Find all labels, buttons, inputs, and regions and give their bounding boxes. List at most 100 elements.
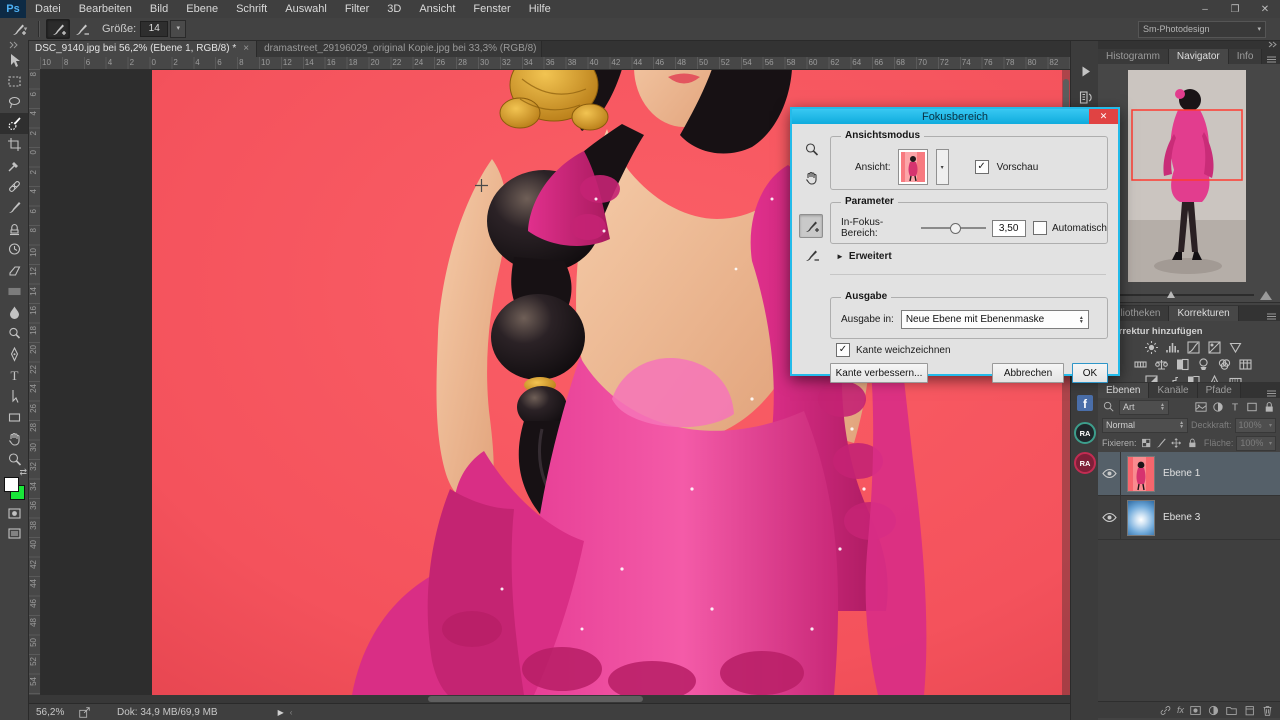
layer-filter-select[interactable]: Art▲▼: [1119, 400, 1169, 415]
dodge-tool[interactable]: [0, 323, 28, 344]
tab-navigator[interactable]: Navigator: [1169, 49, 1229, 64]
lock-pixels-icon[interactable]: [1155, 436, 1167, 450]
filter-type-icon[interactable]: T: [1228, 400, 1242, 414]
dialog-focus-brush-add[interactable]: [799, 214, 823, 238]
layer-thumbnail[interactable]: [1127, 500, 1155, 536]
adjustment-black-white[interactable]: [1174, 357, 1191, 372]
dialog-zoom-tool[interactable]: [800, 138, 822, 160]
share-icon[interactable]: [78, 706, 91, 719]
minimize-button[interactable]: –: [1190, 1, 1220, 18]
blend-mode-select[interactable]: Normal▲▼: [1102, 418, 1188, 433]
menu-schrift[interactable]: Schrift: [227, 0, 276, 18]
menu-ansicht[interactable]: Ansicht: [410, 0, 464, 18]
brush-add-mode-button[interactable]: [46, 19, 70, 39]
adjustment-button[interactable]: [1207, 704, 1220, 717]
history-brush-tool[interactable]: [0, 239, 28, 260]
facebook-panel-icon[interactable]: f: [1071, 390, 1099, 416]
brush-tool[interactable]: [0, 197, 28, 218]
brush-size-dropdown[interactable]: ▾: [170, 20, 186, 38]
layer-row[interactable]: Ebene 3: [1098, 496, 1280, 540]
navigator-thumbnail[interactable]: [1128, 70, 1246, 282]
filter-image-icon[interactable]: [1194, 400, 1208, 414]
ra-red-panel-icon[interactable]: RA: [1071, 450, 1099, 476]
hand-tool[interactable]: [0, 428, 28, 449]
adjustment-color-balance[interactable]: [1153, 357, 1170, 372]
link-button[interactable]: [1159, 704, 1172, 717]
filter-adjustment-icon[interactable]: [1211, 400, 1225, 414]
collapse-panels-icon[interactable]: [1267, 41, 1277, 48]
navigator-zoom-slider[interactable]: [1098, 288, 1280, 303]
menu-bild[interactable]: Bild: [141, 0, 177, 18]
dialog-focus-brush-subtract[interactable]: [800, 244, 822, 266]
path-selection-tool[interactable]: [0, 386, 28, 407]
adjustment-color-lookup[interactable]: [1237, 357, 1254, 372]
automatic-checkbox[interactable]: [1033, 221, 1047, 235]
menu-auswahl[interactable]: Auswahl: [276, 0, 336, 18]
focus-range-value[interactable]: 3,50: [992, 220, 1026, 237]
adjustment-photo-filter[interactable]: [1195, 357, 1212, 372]
fill-value[interactable]: 100%▾: [1236, 436, 1276, 451]
new-layer-button[interactable]: [1243, 704, 1256, 717]
brush-subtract-mode-button[interactable]: [70, 20, 92, 38]
adjustment-exposure[interactable]: [1206, 340, 1223, 355]
opacity-value[interactable]: 100%▾: [1235, 418, 1276, 433]
panel-menu-icon[interactable]: [1266, 312, 1280, 321]
trash-button[interactable]: [1261, 704, 1274, 717]
tab-pfade[interactable]: Pfade: [1198, 383, 1241, 398]
output-destination-select[interactable]: Neue Ebene mit Ebenenmaske▲▼: [901, 310, 1089, 329]
ok-button[interactable]: OK: [1072, 363, 1108, 383]
lock-all-icon[interactable]: [1186, 436, 1198, 450]
toolbar-collapse-icon[interactable]: [0, 40, 28, 50]
foreground-color-swatch[interactable]: [4, 477, 19, 492]
filter-shape-icon[interactable]: [1245, 400, 1259, 414]
zoom-level-field[interactable]: 56,2%: [36, 707, 76, 718]
tab-info[interactable]: Info: [1229, 49, 1263, 64]
layer-thumbnail[interactable]: [1127, 456, 1155, 492]
document-tab[interactable]: dramastreet_29196029_original Kopie.jpg …: [257, 40, 542, 57]
marquee-tool[interactable]: [0, 71, 28, 92]
ra-green-panel-icon[interactable]: RA: [1071, 420, 1099, 446]
eyedropper-tool[interactable]: [0, 155, 28, 176]
filter-smart-object-icon[interactable]: [1262, 400, 1276, 414]
shape-tool[interactable]: [0, 407, 28, 428]
crop-tool[interactable]: [0, 134, 28, 155]
menu-3d[interactable]: 3D: [378, 0, 410, 18]
adjustment-curves[interactable]: [1185, 340, 1202, 355]
brush-size-input[interactable]: 14: [140, 21, 168, 37]
current-tool-preset[interactable]: ▾: [6, 20, 32, 38]
menu-hilfe[interactable]: Hilfe: [520, 0, 560, 18]
layer-visibility-toggle[interactable]: [1098, 452, 1121, 495]
adjustment-hue-saturation[interactable]: [1132, 357, 1149, 372]
tab-kanäle[interactable]: Kanäle: [1149, 383, 1197, 398]
healing-brush-tool[interactable]: [0, 176, 28, 197]
menu-bearbeiten[interactable]: Bearbeiten: [70, 0, 141, 18]
clone-stamp-tool[interactable]: [0, 218, 28, 239]
preview-checkbox[interactable]: ✓: [975, 160, 989, 174]
tab-histogramm[interactable]: Histogramm: [1098, 49, 1169, 64]
menu-fenster[interactable]: Fenster: [464, 0, 519, 18]
close-window-button[interactable]: ✕: [1250, 1, 1280, 18]
adjustment-channel-mixer[interactable]: [1216, 357, 1233, 372]
lock-position-icon[interactable]: [1170, 436, 1182, 450]
actions-play-panel-icon[interactable]: [1071, 58, 1099, 84]
fx-icon[interactable]: fx: [1177, 705, 1184, 715]
folder-button[interactable]: [1225, 704, 1238, 717]
quick-mask-button[interactable]: [0, 503, 28, 523]
layer-row[interactable]: Ebene 1: [1098, 452, 1280, 496]
soften-edge-checkbox[interactable]: ✓: [836, 343, 850, 357]
document-tab[interactable]: DSC_9140.jpg bei 56,2% (Ebene 1, RGB/8) …: [28, 40, 257, 57]
panel-menu-icon[interactable]: [1266, 389, 1280, 398]
restore-button[interactable]: ❐: [1220, 1, 1250, 18]
dialog-close-button[interactable]: ✕: [1089, 109, 1118, 124]
menu-ebene[interactable]: Ebene: [177, 0, 227, 18]
status-popup-arrow[interactable]: ▶: [278, 708, 284, 717]
tab-korrekturen[interactable]: Korrekturen: [1169, 306, 1238, 321]
tab-close-icon[interactable]: ×: [243, 43, 249, 54]
move-tool[interactable]: [0, 50, 28, 71]
quick-selection-tool[interactable]: [0, 113, 28, 134]
slider-thumb[interactable]: [950, 223, 961, 234]
tab-ebenen[interactable]: Ebenen: [1098, 383, 1149, 398]
advanced-disclosure[interactable]: ► Erweitert: [836, 251, 892, 262]
swap-colors-icon[interactable]: ⇄: [19, 467, 27, 478]
blur-tool[interactable]: [0, 302, 28, 323]
